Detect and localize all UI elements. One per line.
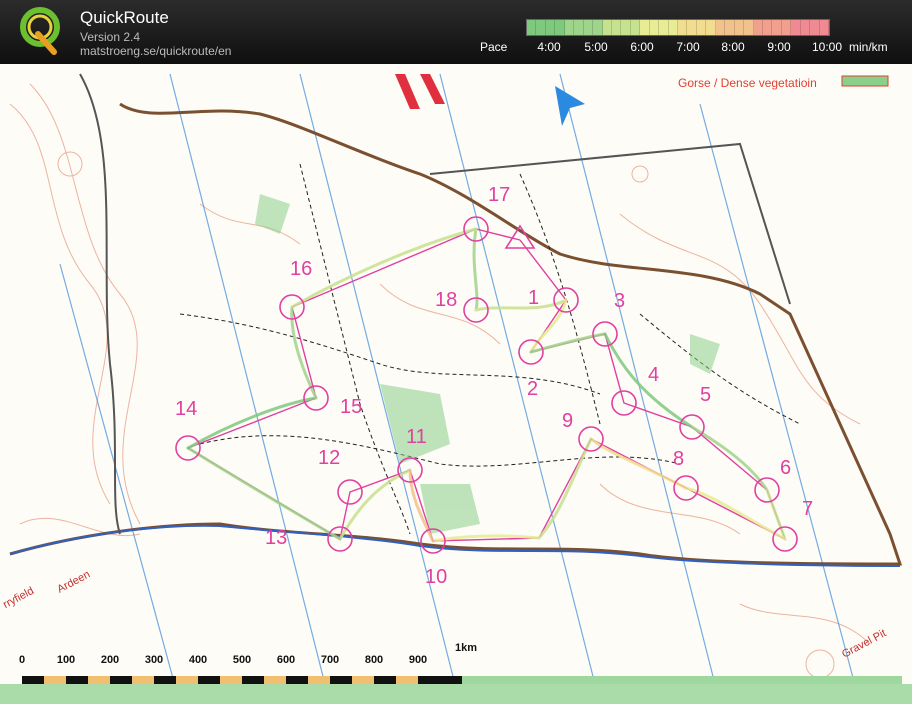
map-marks (395, 74, 445, 109)
pace-bar-segment (678, 20, 688, 35)
pace-label: Pace (480, 40, 508, 54)
pace-bar-segment (810, 20, 820, 35)
pace-unit: min/km (849, 40, 888, 54)
control-number: 4 (648, 364, 660, 386)
control-number: 5 (700, 384, 712, 406)
legend-label: Gorse / Dense vegetatioin (678, 76, 817, 90)
north-lines (59, 73, 861, 704)
control-number: 13 (265, 527, 288, 549)
control-number: 12 (318, 447, 341, 469)
scale-label: 600 (276, 654, 296, 666)
control-number: 6 (780, 457, 792, 479)
scale-label: 100 (56, 654, 76, 666)
fence (429, 142, 791, 305)
pace-bar-segment (744, 20, 754, 35)
orienteering-map[interactable]: Gorse / Dense vegetatioin 1 2 3 4 5 6 7 8 9 10 11 1… (0, 64, 912, 704)
pace-tick-label: 10:00 (811, 40, 843, 54)
control-number: 11 (406, 426, 427, 448)
control-number: 3 (614, 290, 626, 312)
pace-bar-segment (819, 20, 829, 35)
pace-bar-segment (687, 20, 697, 35)
pace-bar-segment (536, 20, 546, 35)
pace-bar-segment (602, 20, 612, 35)
scale-label: 0 (18, 654, 26, 666)
scale-label: 700 (320, 654, 340, 666)
legend-swatch (841, 75, 889, 87)
scale-bar (0, 676, 912, 704)
scale-label: 200 (100, 654, 120, 666)
control-number: 10 (425, 566, 448, 588)
app-version: Version 2.4 (80, 30, 141, 44)
pace-bar-segment (762, 20, 773, 35)
pace-tick-label: 8:00 (721, 40, 745, 54)
pace-bar-segment (772, 20, 782, 35)
pace-tick-label: 4:00 (537, 40, 561, 54)
scale-label: 500 (232, 654, 252, 666)
pace-bar-segment (753, 20, 763, 35)
pace-bar-segment (630, 20, 641, 35)
pace-bar-segment (791, 20, 801, 35)
control-number: 16 (290, 258, 313, 280)
control-number: 14 (175, 398, 198, 420)
pace-bar-segment (649, 20, 660, 35)
scale-label: 800 (364, 654, 384, 666)
app-url: matstroeng.se/quickroute/en (80, 44, 232, 58)
north-arrow-icon (555, 86, 585, 126)
pace-bar-segment (706, 20, 716, 35)
pace-bar-segment (668, 20, 678, 35)
control-number: 15 (340, 396, 363, 418)
pace-bar-segment (734, 20, 745, 35)
pace-tick-label: 6:00 (630, 40, 654, 54)
control-number: 9 (562, 410, 574, 432)
pace-tick-label: 9:00 (767, 40, 791, 54)
scale-label: 900 (408, 654, 428, 666)
pace-bar-segment (555, 20, 565, 35)
pace-bar-segment (527, 20, 537, 35)
app-header: QuickRoute Version 2.4 matstroeng.se/qui… (0, 0, 912, 64)
control-number: 8 (673, 448, 685, 470)
control-number: 17 (488, 184, 511, 206)
pace-bar-segment (574, 20, 584, 35)
pace-tick-label: 5:00 (584, 40, 608, 54)
pace-bar-segment (781, 20, 792, 35)
pace-bar-segment (611, 20, 622, 35)
pace-bar-segment (715, 20, 726, 35)
pace-bar-segment (583, 20, 594, 35)
control-number: 18 (435, 289, 458, 311)
pace-bar-segment (696, 20, 707, 35)
pace-bar-segment (621, 20, 631, 35)
pace-bar-segment (564, 20, 575, 35)
control-number: 1 (528, 287, 540, 309)
scale-label: 300 (144, 654, 164, 666)
pace-gradient-bar (526, 19, 830, 36)
scale-label: 1km (454, 642, 478, 654)
app-title: QuickRoute (80, 8, 169, 27)
quickroute-logo-icon (20, 7, 60, 55)
pace-bar-segment (640, 20, 650, 35)
pace-tick-label: 7:00 (676, 40, 700, 54)
scale-label: 400 (188, 654, 208, 666)
control-number: 2 (527, 378, 539, 400)
pace-bar-segment (659, 20, 669, 35)
pace-bar-segment (725, 20, 735, 35)
pace-bar-segment (800, 20, 811, 35)
pace-bar-segment (545, 20, 556, 35)
map-drawing (0, 73, 912, 704)
pace-bar-segment (593, 20, 603, 35)
control-number: 7 (802, 498, 814, 520)
